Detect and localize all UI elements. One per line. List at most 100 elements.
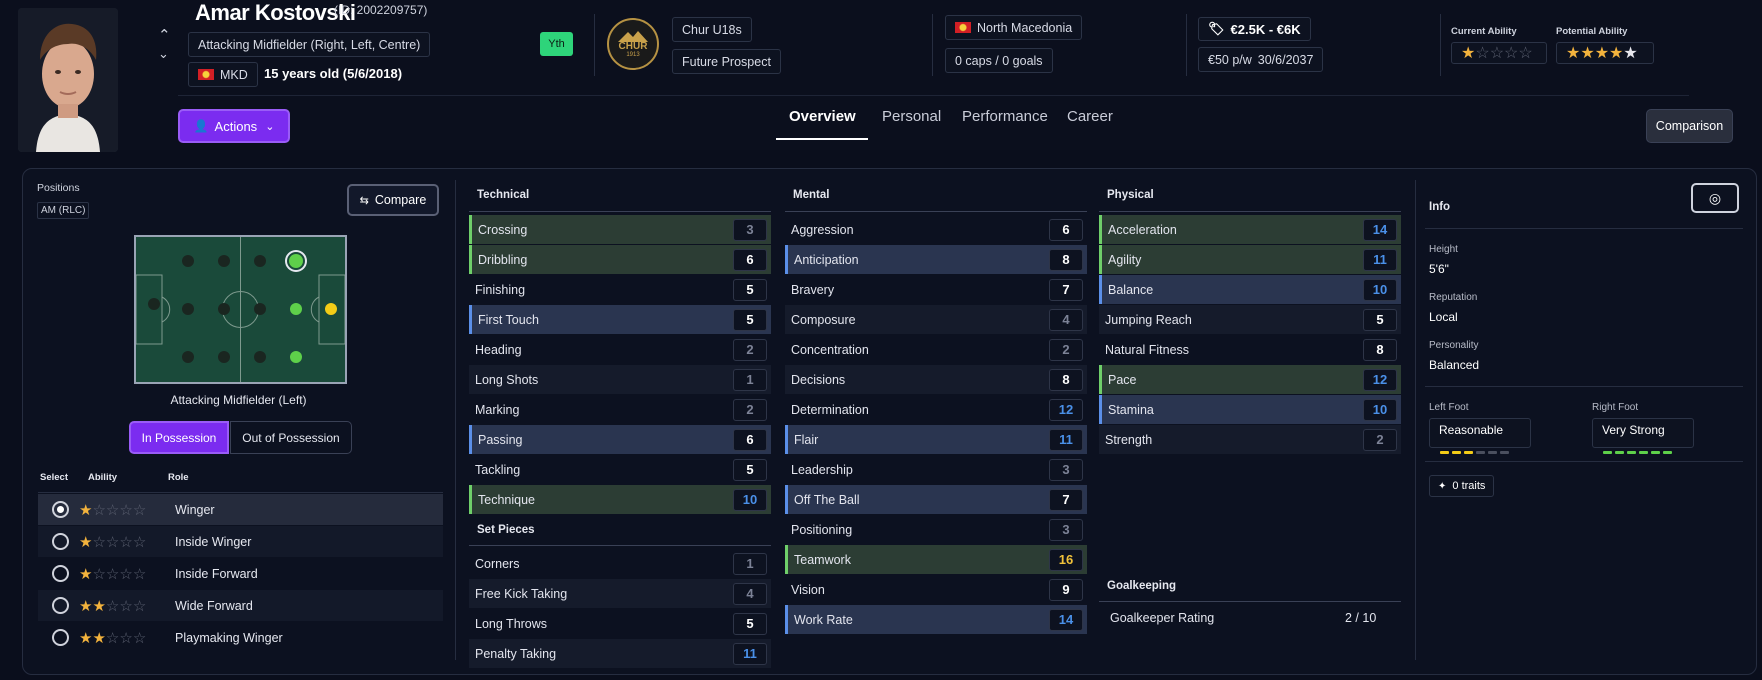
country-pill[interactable]: North Macedonia — [945, 15, 1083, 40]
attribute-row[interactable]: Pace 12 — [1099, 365, 1401, 394]
role-row[interactable]: ★★☆☆☆ Wide Forward — [38, 590, 443, 621]
attribute-row[interactable]: Free Kick Taking 4 — [469, 579, 771, 608]
attribute-row[interactable]: Concentration 2 — [785, 335, 1087, 364]
role-radio[interactable] — [52, 629, 69, 646]
attribute-row[interactable]: Composure 4 — [785, 305, 1087, 334]
attribute-name: Off The Ball — [794, 492, 860, 507]
in-possession-toggle[interactable]: In Possession — [129, 421, 229, 454]
star-icon: ★ — [1580, 45, 1595, 62]
role-row[interactable]: ★☆☆☆☆ Inside Winger — [38, 526, 443, 557]
attribute-row[interactable]: Balance 10 — [1099, 275, 1401, 304]
attribute-row[interactable]: Marking 2 — [469, 395, 771, 424]
attribute-row[interactable]: Bravery 7 — [785, 275, 1087, 304]
tab-personal[interactable]: Personal — [882, 108, 941, 125]
attribute-row[interactable]: Corners 1 — [469, 549, 771, 578]
position-dot[interactable] — [182, 351, 194, 363]
position-dot[interactable] — [182, 303, 194, 315]
attribute-row[interactable]: Natural Fitness 8 — [1099, 335, 1401, 364]
attribute-row[interactable]: Anticipation 8 — [785, 245, 1087, 274]
role-radio[interactable] — [52, 501, 69, 518]
previous-player-arrow[interactable]: ⌃ — [158, 26, 171, 44]
mental-title: Mental — [793, 189, 830, 201]
position-dot-natural[interactable] — [290, 303, 302, 315]
tab-performance[interactable]: Performance — [962, 108, 1048, 125]
role-row[interactable]: ★☆☆☆☆ Winger — [38, 494, 443, 525]
attribute-name: Pace — [1108, 372, 1137, 387]
position-pitch[interactable] — [134, 235, 347, 384]
team-pill[interactable]: Chur U18s — [672, 17, 752, 42]
attribute-name: Tackling — [475, 462, 521, 477]
divider — [1099, 211, 1401, 212]
player-profile-icon[interactable]: ◎ — [1691, 183, 1739, 213]
attribute-row[interactable]: Strength 2 — [1099, 425, 1401, 454]
attribute-name: Acceleration — [1108, 222, 1177, 237]
attribute-name: Concentration — [791, 342, 869, 357]
next-player-arrow[interactable]: ⌄ — [158, 46, 169, 62]
attribute-row[interactable]: Decisions 8 — [785, 365, 1087, 394]
position-dot[interactable] — [254, 351, 266, 363]
tab-overview[interactable]: Overview — [789, 108, 856, 125]
attribute-row[interactable]: Flair 11 — [785, 425, 1087, 454]
attribute-value: 2 — [733, 338, 767, 361]
attribute-row[interactable]: Aggression 6 — [785, 215, 1087, 244]
attribute-row[interactable]: Agility 11 — [1099, 245, 1401, 274]
attribute-row[interactable]: Jumping Reach 5 — [1099, 305, 1401, 334]
position-dot[interactable] — [218, 351, 230, 363]
traits-button[interactable]: ✦ 0 traits — [1429, 475, 1495, 497]
attribute-row[interactable]: Teamwork 16 — [785, 545, 1087, 574]
attribute-row[interactable]: Long Shots 1 — [469, 365, 771, 394]
role-radio[interactable] — [52, 533, 69, 550]
position-dot[interactable] — [254, 255, 266, 267]
attribute-row[interactable]: First Touch 5 — [469, 305, 771, 334]
position-dot[interactable] — [218, 255, 230, 267]
attribute-row[interactable]: Acceleration 14 — [1099, 215, 1401, 244]
tab-career[interactable]: Career — [1067, 108, 1113, 125]
comparison-button[interactable]: Comparison — [1646, 109, 1733, 143]
star-icon: ★ — [1623, 45, 1638, 62]
position-dot[interactable] — [148, 298, 160, 310]
attribute-row[interactable]: Passing 6 — [469, 425, 771, 454]
attribute-value: 12 — [1363, 368, 1397, 391]
attribute-row[interactable]: Heading 2 — [469, 335, 771, 364]
attribute-row[interactable]: Vision 9 — [785, 575, 1087, 604]
attribute-row[interactable]: Leadership 3 — [785, 455, 1087, 484]
attribute-row[interactable]: Long Throws 5 — [469, 609, 771, 638]
position-dot-selected[interactable] — [289, 254, 303, 268]
out-of-possession-toggle[interactable]: Out of Possession — [230, 421, 352, 454]
star-icon: ★ — [1566, 45, 1581, 62]
attribute-row[interactable]: Technique 10 — [469, 485, 771, 514]
position-dot[interactable] — [218, 303, 230, 315]
attribute-value: 3 — [1049, 518, 1083, 541]
attribute-row[interactable]: Penalty Taking 11 — [469, 639, 771, 668]
role-row[interactable]: ★★☆☆☆ Playmaking Winger — [38, 622, 443, 653]
attribute-name: Penalty Taking — [475, 646, 557, 661]
club-logo[interactable]: CHUR 1913 — [607, 18, 659, 70]
attribute-row[interactable]: Off The Ball 7 — [785, 485, 1087, 514]
attribute-row[interactable]: Crossing 3 — [469, 215, 771, 244]
position-dot[interactable] — [254, 303, 266, 315]
star-icon: ☆ — [119, 533, 133, 551]
attribute-row[interactable]: Finishing 5 — [469, 275, 771, 304]
role-row[interactable]: ★☆☆☆☆ Inside Forward — [38, 558, 443, 589]
actions-button[interactable]: 👤 Actions ⌄ — [178, 109, 290, 143]
star-icon: ☆ — [132, 597, 147, 615]
attribute-value: 8 — [1049, 368, 1083, 391]
role-radio[interactable] — [52, 597, 69, 614]
attribute-row[interactable]: Dribbling 6 — [469, 245, 771, 274]
star-icon: ★ — [79, 501, 93, 519]
attribute-row[interactable]: Positioning 3 — [785, 515, 1087, 544]
position-dot[interactable] — [182, 255, 194, 267]
position-dot-accomplished[interactable] — [325, 303, 337, 315]
attribute-row[interactable]: Work Rate 14 — [785, 605, 1087, 634]
star-icon: ☆ — [1489, 45, 1505, 62]
attribute-value: 6 — [733, 428, 767, 451]
compare-button[interactable]: ⇆ Compare — [347, 184, 439, 216]
attribute-row[interactable]: Stamina 10 — [1099, 395, 1401, 424]
position-dot-natural[interactable] — [290, 351, 302, 363]
goalkeeper-rating-value: 2 / 10 — [1345, 611, 1377, 625]
value-pill[interactable]: 🏷 €2.5K - €6K — [1198, 17, 1311, 41]
attribute-row[interactable]: Tackling 5 — [469, 455, 771, 484]
attribute-value: 11 — [1049, 428, 1083, 451]
role-radio[interactable] — [52, 565, 69, 582]
attribute-row[interactable]: Determination 12 — [785, 395, 1087, 424]
